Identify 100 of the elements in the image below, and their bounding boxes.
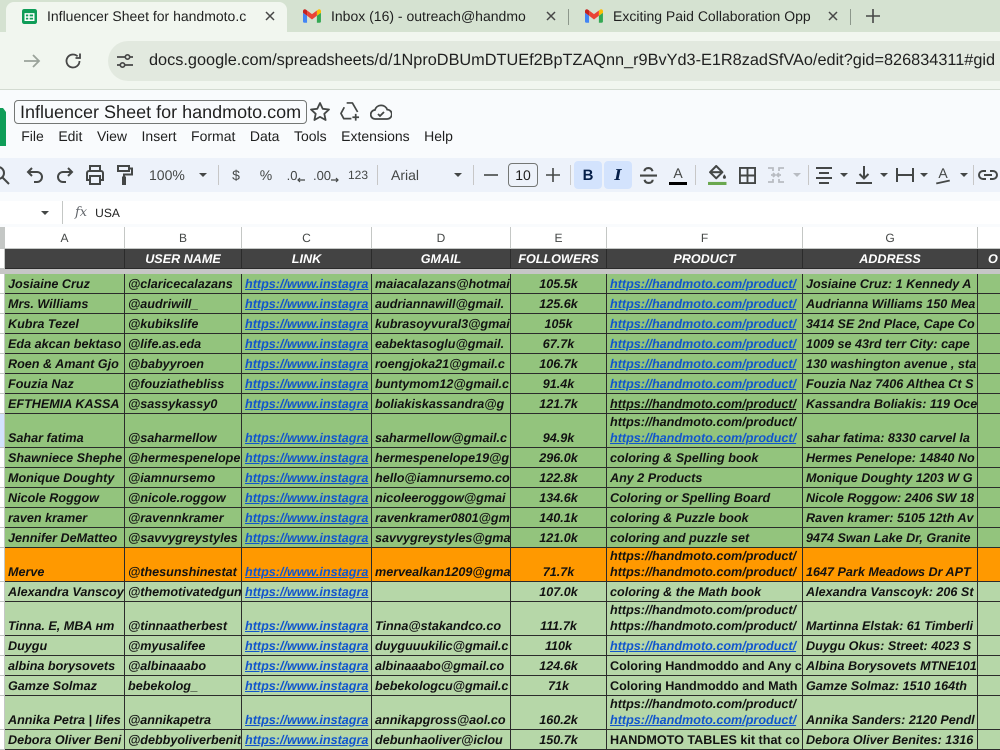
- product-text: HANDMOTO TABLES kit that co: [610, 732, 800, 748]
- row-header[interactable]: [0, 274, 5, 294]
- browser-tab[interactable]: Exciting Paid Collaboration Opp: [569, 2, 850, 32]
- browser-tab[interactable]: Influencer Sheet for handmoto.c: [6, 2, 287, 32]
- row-header[interactable]: [0, 414, 5, 448]
- row-header[interactable]: [0, 394, 5, 414]
- merge-icon: [767, 167, 785, 183]
- arrow-right-icon: [331, 177, 340, 183]
- triangle-plus-icon[interactable]: [340, 102, 360, 122]
- product-text: https://handmoto.com/product/: [610, 414, 796, 430]
- menu-item[interactable]: Data: [242, 127, 287, 145]
- spreadsheet-icon: [22, 8, 37, 24]
- instagram-link[interactable]: https://www.instagra: [245, 732, 368, 748]
- menu-item[interactable]: Format: [184, 127, 243, 145]
- wrap-icon: [896, 168, 914, 182]
- menu-item[interactable]: Help: [416, 127, 460, 145]
- number-format-button[interactable]: 123: [342, 161, 374, 189]
- title-field[interactable]: Influencer Sheet for handmoto.com: [14, 100, 308, 124]
- row-header[interactable]: [0, 582, 5, 602]
- row-header[interactable]: [0, 602, 5, 636]
- swatch-bar-icon: [669, 182, 687, 184]
- row-header[interactable]: [0, 636, 5, 656]
- row-header[interactable]: [0, 314, 5, 334]
- row-header[interactable]: [0, 696, 5, 730]
- star-icon[interactable]: [310, 102, 330, 122]
- percent-button[interactable]: %: [252, 161, 280, 189]
- decrease-decimal-button[interactable]: .0: [282, 161, 310, 189]
- caret-icon: [880, 173, 888, 177]
- zoom-dropdown[interactable]: 100%: [141, 161, 215, 189]
- product-text: Any 2 Products: [610, 470, 702, 486]
- instagram-link[interactable]: https://www.instagra: [245, 584, 368, 600]
- close-icon[interactable]: [828, 11, 838, 21]
- plus-icon: [866, 9, 880, 23]
- row-header[interactable]: [0, 468, 5, 488]
- mail-icon: [585, 9, 603, 23]
- row-header[interactable]: [0, 730, 5, 750]
- row-header[interactable]: [0, 676, 5, 696]
- close-icon[interactable]: [265, 11, 275, 21]
- plus-icon: [546, 168, 560, 182]
- cloud-check-icon[interactable]: [370, 104, 392, 120]
- borders-icon: [738, 166, 756, 184]
- instagram-link[interactable]: https://www.instagra: [245, 618, 368, 634]
- product-link[interactable]: https://handmoto.com/product/: [610, 712, 796, 728]
- table-cell: Debora Oliver Beni: [5, 730, 125, 750]
- menu-item[interactable]: Insert: [134, 127, 184, 145]
- table-cell: 150.7k: [511, 730, 607, 750]
- product-text: coloring & Spelling book: [610, 450, 758, 466]
- row-header[interactable]: [0, 528, 5, 548]
- row-header[interactable]: [0, 334, 5, 354]
- paint-roller-icon: [116, 165, 134, 185]
- instagram-link[interactable]: https://www.instagra: [245, 658, 368, 674]
- row-header[interactable]: [0, 448, 5, 468]
- mail-icon: [303, 9, 321, 23]
- caret-icon: [920, 173, 928, 177]
- caret-icon: [199, 173, 207, 177]
- spreadsheet-logo-icon[interactable]: [0, 108, 6, 146]
- product-text: Coloring Handmoddo and Math: [610, 678, 798, 694]
- reload-icon: [64, 52, 82, 70]
- caret-icon: [41, 210, 49, 214]
- row-header[interactable]: [0, 488, 5, 508]
- row-header[interactable]: [0, 508, 5, 528]
- formula-field[interactable]: USA: [95, 201, 1000, 224]
- bold-button[interactable]: B: [574, 161, 602, 189]
- paint-bucket-icon: [708, 165, 726, 185]
- row-header[interactable]: [0, 249, 5, 269]
- instagram-link[interactable]: https://www.instagra: [245, 638, 368, 654]
- product-text: Coloring or Spelling Board: [610, 490, 770, 506]
- product-link[interactable]: https://handmoto.com/product/: [610, 638, 796, 654]
- fx-label: fx: [75, 205, 88, 220]
- redo-icon: [56, 167, 74, 183]
- row-header[interactable]: [0, 354, 5, 374]
- font-dropdown[interactable]: Arial: [381, 161, 470, 189]
- select-all-corner[interactable]: [0, 227, 5, 248]
- product-text: https://handmoto.com/product/: [610, 618, 796, 634]
- instagram-link[interactable]: https://www.instagra: [245, 712, 368, 728]
- align-bottom-icon: [856, 166, 872, 184]
- row-header[interactable]: [0, 374, 5, 394]
- undo-icon: [26, 167, 44, 183]
- instagram-link[interactable]: https://www.instagra: [245, 678, 368, 694]
- menu-item[interactable]: Edit: [51, 127, 90, 145]
- menu-item[interactable]: Tools: [286, 127, 334, 145]
- printer-icon: [85, 165, 105, 185]
- table-cell: Debora Oliver Benites: 1316: [803, 730, 978, 750]
- address-bar[interactable]: docs.google.com/spreadsheets/d/1NproDBUmDTUEf2BpTZAQnn_r9BvYd3-E1R8zadSfVAo/edit?gid=826834311#gid: [108, 40, 1000, 80]
- row-header[interactable]: [0, 294, 5, 314]
- italic-button[interactable]: I: [604, 161, 632, 189]
- caret-icon: [960, 173, 968, 177]
- increase-decimal-button[interactable]: .00: [312, 161, 340, 189]
- font-size-field[interactable]: 10: [508, 163, 538, 187]
- row-header[interactable]: [0, 656, 5, 676]
- menu-item[interactable]: View: [90, 127, 134, 145]
- row-header[interactable]: [0, 548, 5, 582]
- menu-item[interactable]: Extensions: [334, 127, 417, 145]
- close-icon[interactable]: [546, 11, 556, 21]
- currency-button[interactable]: $: [222, 161, 250, 189]
- text-rotation-button[interactable]: A: [932, 161, 972, 189]
- menu-item[interactable]: File: [14, 127, 52, 145]
- browser-tab[interactable]: Inbox (16) - outreach@handmo: [287, 2, 568, 32]
- product-text: coloring & Puzzle book: [610, 510, 749, 526]
- text-color-button[interactable]: A: [664, 161, 692, 189]
